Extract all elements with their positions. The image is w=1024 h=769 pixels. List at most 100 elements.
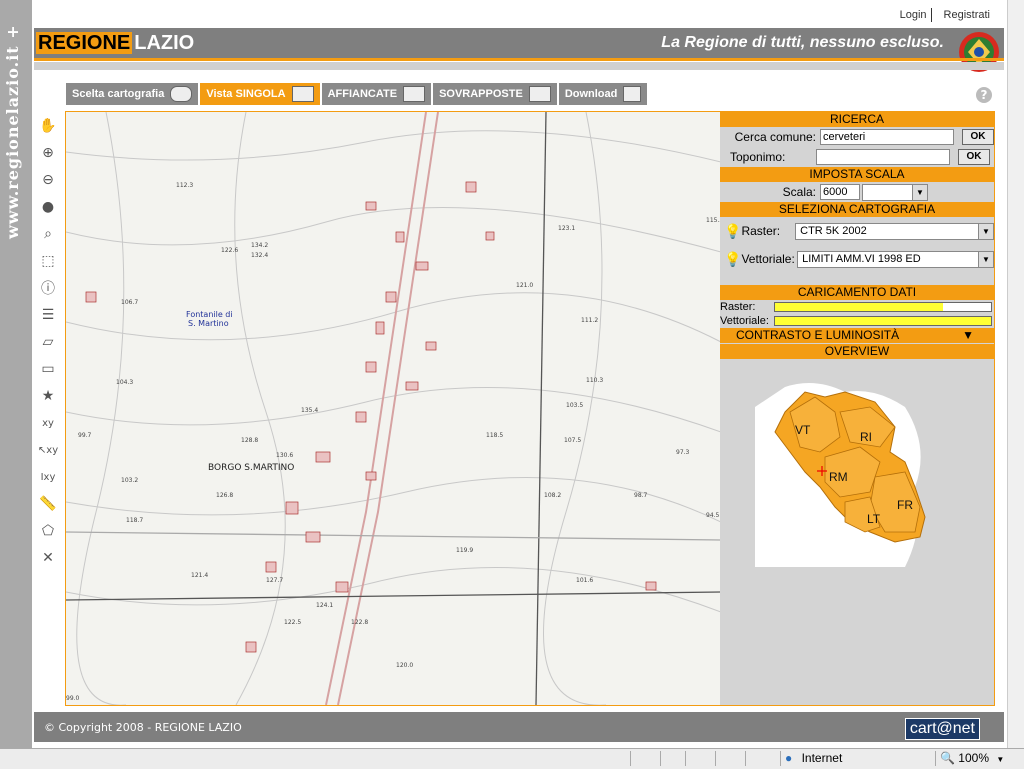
logo-part-lazio: LAZIO: [134, 32, 195, 54]
chevron-down-icon[interactable]: ▼: [992, 755, 1004, 764]
vettoriale-load-label: Vettoriale:: [720, 315, 769, 327]
toponimo-input[interactable]: [816, 149, 950, 165]
scrollbar[interactable]: [1007, 0, 1024, 748]
status-cell: 🔍 100% ▼: [935, 751, 1006, 766]
status-cell: ● Internet: [780, 751, 931, 766]
zone-label: Internet: [801, 751, 843, 765]
spot-height-label: 107.5: [564, 437, 581, 444]
spot-height-label: 103.5: [566, 402, 583, 409]
spot-height-label: 111.2: [581, 317, 598, 324]
raster-progress-bar: [774, 302, 992, 312]
contrasto-header[interactable]: CONTRASTO E LUMINOSITÀ ▼: [720, 328, 994, 343]
internet-globe-icon: ●: [785, 751, 793, 765]
overview-map[interactable]: VT RI RM FR LT: [755, 367, 951, 567]
spot-height-label: 127.7: [266, 577, 283, 584]
tab-sovrapposte[interactable]: SOVRAPPOSTE: [433, 83, 557, 105]
view-tabs: Scelta cartografia Vista SINGOLA AFFIANC…: [66, 83, 648, 105]
info-icon[interactable]: ⓘ: [36, 276, 60, 300]
raster-row: 💡 Raster: CTR 5K 2002 ▼: [720, 217, 994, 245]
lazio-overview-svg[interactable]: VT RI RM FR LT: [755, 367, 951, 567]
tab-label: SOVRAPPOSTE: [439, 88, 523, 100]
tab-affiancate[interactable]: AFFIANCATE: [321, 83, 432, 105]
layer-icon[interactable]: ▱: [36, 330, 60, 354]
spot-height-label: 108.2: [544, 492, 561, 499]
spot-height-label: 121.4: [191, 572, 208, 579]
tab-scelta-cartografia[interactable]: Scelta cartografia: [66, 83, 199, 105]
raster-selected-value: CTR 5K 2002: [800, 224, 867, 237]
zoom-window-icon[interactable]: ⌕: [36, 222, 60, 246]
regione-lazio-logo[interactable]: REGIONE LAZIO: [36, 31, 196, 55]
status-cell: [715, 751, 716, 766]
spot-height-label: 115.3: [706, 217, 721, 224]
tab-download[interactable]: Download: [558, 83, 648, 105]
cerca-comune-input[interactable]: cerveteri: [820, 129, 954, 145]
province-vt: VT: [795, 423, 811, 437]
pointer-xy-icon[interactable]: ↖xy: [36, 438, 60, 462]
overview-header: OVERVIEW: [720, 344, 994, 359]
spot-height-label: 94.5: [706, 512, 720, 519]
cartanet-logo[interactable]: cart@net: [904, 718, 980, 740]
zoom-level[interactable]: 100%: [958, 751, 989, 765]
scala-input[interactable]: 6000: [820, 184, 860, 200]
side-url-text: www.regionelazio.it +: [3, 24, 22, 239]
spot-height-label: 134.2: [251, 242, 268, 249]
spot-height-label: 112.3: [176, 182, 193, 189]
spot-height-label: 110.3: [586, 377, 603, 384]
spot-height-label: 103.2: [121, 477, 138, 484]
toponimo-ok-button[interactable]: OK: [958, 149, 990, 165]
scala-dropdown[interactable]: ▼: [862, 183, 928, 201]
hand-icon[interactable]: ✋: [36, 114, 60, 138]
cerca-comune-ok-button[interactable]: OK: [962, 129, 994, 145]
zoom-in-icon[interactable]: ⊕: [36, 141, 60, 165]
cerca-comune-label: Cerca comune:: [734, 130, 816, 144]
globe-icon[interactable]: ●: [36, 195, 60, 219]
login-link[interactable]: Login: [896, 9, 931, 21]
raster-load-label: Raster:: [720, 301, 756, 313]
spot-height-label: 123.1: [558, 225, 575, 232]
divider: [930, 8, 940, 22]
coord-xy-icon[interactable]: xy: [36, 411, 60, 435]
spot-height-label: 120.0: [396, 662, 413, 669]
square-icon[interactable]: ▭: [36, 357, 60, 381]
star-folder-icon[interactable]: ★: [36, 384, 60, 408]
spot-height-label: 130.6: [276, 452, 293, 459]
clear-icon[interactable]: ✕: [36, 546, 60, 570]
help-icon[interactable]: ?: [976, 87, 992, 103]
spot-height-label: 99.0: [66, 695, 80, 702]
raster-progress-fill: [775, 303, 944, 311]
tab-vista-singola[interactable]: Vista SINGOLA: [200, 83, 320, 105]
vettoriale-select[interactable]: LIMITI AMM.VI 1998 ED ▼: [797, 250, 994, 268]
polygon-measure-icon[interactable]: ⬠: [36, 519, 60, 543]
vettoriale-label: Vettoriale:: [741, 252, 795, 266]
scala-row: Scala: 6000 ▼: [720, 182, 994, 202]
vettoriale-row: 💡 Vettoriale: LIMITI AMM.VI 1998 ED ▼: [720, 245, 994, 273]
raster-select[interactable]: CTR 5K 2002 ▼: [795, 222, 994, 240]
map-label-fontanile-2: S. Martino: [188, 319, 229, 328]
footer: © Copyright 2008 - REGIONE LAZIO cart@ne…: [34, 712, 1004, 742]
tab-label: Vista SINGOLA: [206, 88, 286, 100]
raster-load-row: Raster:: [720, 300, 994, 314]
header-accent-line: [34, 58, 1004, 61]
text-xy-icon[interactable]: Ixy: [36, 465, 60, 489]
tab-label: Download: [564, 88, 618, 100]
register-link[interactable]: Registrati: [940, 9, 994, 21]
zoom-out-icon[interactable]: ⊖: [36, 168, 60, 192]
vettoriale-load-row: Vettoriale:: [720, 314, 994, 328]
imposta-scala-header: IMPOSTA SCALA: [720, 167, 994, 182]
map-view[interactable]: 112.3 122.6 134.2 132.4 106.7 135.4 128.8 130.6…: [65, 111, 722, 706]
spot-height-label: 104.3: [116, 379, 133, 386]
map-canvas[interactable]: 112.3 122.6 134.2 132.4 106.7 135.4 128.8 130.6…: [66, 112, 721, 705]
list-icon[interactable]: ☰: [36, 303, 60, 327]
province-ri: RI: [860, 430, 872, 444]
bulb-icon: 💡: [724, 250, 742, 267]
spot-height-label: 118.7: [126, 517, 143, 524]
overlay-icon: [528, 86, 551, 102]
triangle-down-icon: ▼: [962, 328, 974, 342]
spot-height-label: 135.4: [301, 407, 318, 414]
spot-height-label: 97.3: [676, 449, 690, 456]
ricerca-header: RICERCA: [720, 112, 994, 127]
spot-height-label: 106.7: [121, 299, 138, 306]
toponimo-row: Toponimo: OK: [720, 147, 994, 167]
select-zoom-icon[interactable]: ⬚: [36, 249, 60, 273]
ruler-icon[interactable]: 📏: [36, 492, 60, 516]
